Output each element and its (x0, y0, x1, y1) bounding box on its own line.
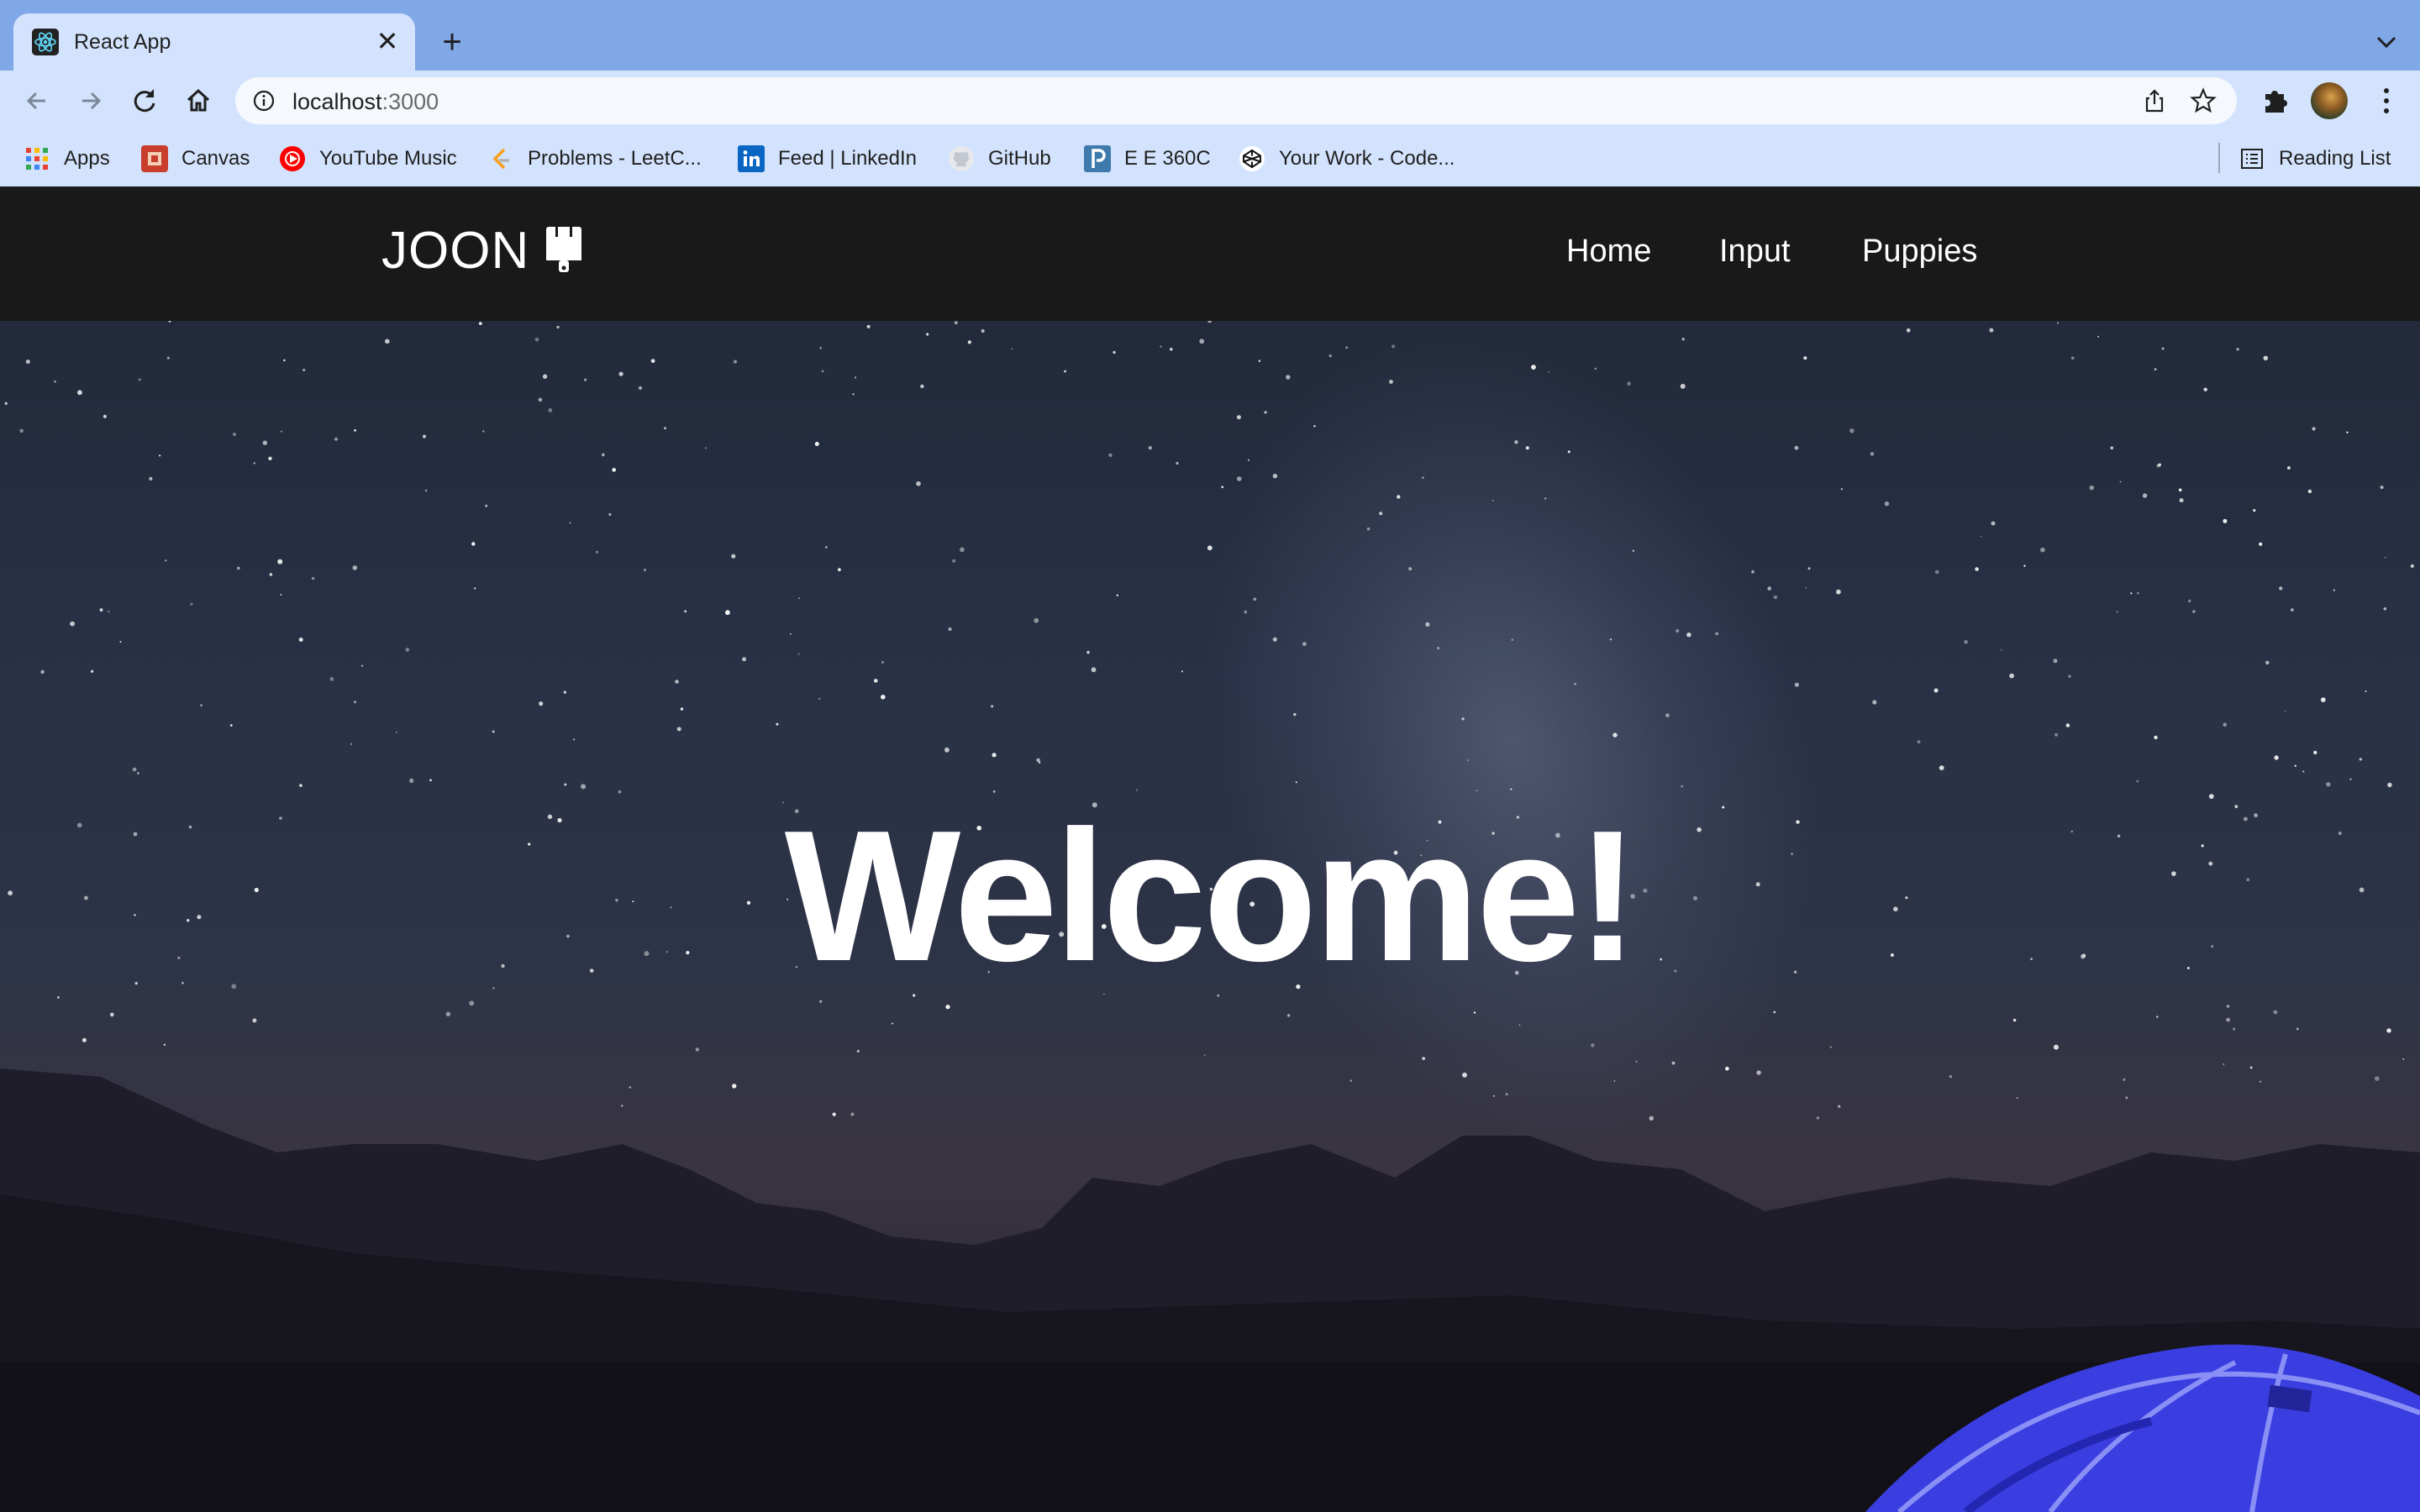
forward-arrow-icon[interactable] (72, 82, 109, 119)
site-logo[interactable]: JOON (381, 220, 585, 281)
codepen-icon (1239, 146, 1265, 171)
share-icon[interactable] (2141, 87, 2168, 114)
bookmark-linkedin[interactable]: Feed | LinkedIn (738, 144, 917, 173)
bookmark-label: Apps (64, 147, 110, 170)
youtube-music-icon (280, 146, 305, 171)
reload-icon[interactable] (126, 82, 163, 119)
leetcode-icon (492, 148, 509, 170)
apps-grid-icon (26, 148, 48, 170)
bookmark-leetcode[interactable]: Problems - LeetC... (487, 144, 702, 173)
back-arrow-icon[interactable] (18, 82, 55, 119)
paint-brush-icon (546, 227, 582, 272)
bookmark-label: Feed | LinkedIn (778, 147, 918, 170)
piazza-icon (1084, 145, 1111, 172)
nav-home[interactable]: Home (1566, 232, 1651, 270)
info-icon[interactable] (252, 89, 276, 113)
tab-title: React App (74, 30, 171, 54)
home-icon[interactable] (180, 82, 217, 119)
nav-input[interactable]: Input (1719, 232, 1791, 270)
bookmark-github[interactable]: GitHub (948, 144, 1051, 173)
bookmark-label: Canvas (182, 147, 250, 170)
bookmark-label: E E 360C (1124, 147, 1211, 170)
bookmark-canvas[interactable]: Canvas (141, 144, 250, 173)
bookmark-ee360c[interactable]: E E 360C (1084, 144, 1211, 173)
chevron-down-icon[interactable] (2370, 25, 2403, 59)
bookmark-label: Your Work - Code... (1279, 147, 1455, 170)
hero-title: Welcome! (784, 792, 1639, 1000)
bookmark-youtube-music[interactable]: YouTube Music (279, 144, 457, 173)
url-port: :3000 (381, 89, 439, 114)
logo-text: JOON (381, 221, 530, 280)
reading-list-button[interactable]: Reading List (2238, 144, 2391, 173)
bookmark-label: GitHub (988, 147, 1051, 170)
reading-list-icon (2241, 149, 2263, 169)
github-icon (949, 146, 974, 171)
url-text[interactable]: localhost:3000 (292, 89, 439, 114)
extensions-puzzle-icon[interactable] (2259, 82, 2292, 116)
canvas-icon (141, 145, 168, 172)
more-vertical-icon[interactable] (2370, 82, 2403, 119)
reading-list-label: Reading List (2279, 147, 2391, 170)
site-navbar: JOON Home Input Puppies (0, 186, 2420, 321)
bookmark-label: Problems - LeetC... (528, 147, 702, 170)
linkedin-icon (738, 145, 765, 172)
tent-illustration (1865, 1344, 2420, 1512)
browser-tab-strip: React App ✕ + (0, 0, 2420, 71)
close-icon[interactable]: ✕ (373, 27, 402, 55)
avatar[interactable] (2311, 82, 2348, 119)
bookmark-apps[interactable]: Apps (24, 144, 110, 173)
bookmark-label: YouTube Music (319, 147, 457, 170)
browser-tab[interactable]: React App ✕ (13, 13, 415, 71)
bookmark-star-icon[interactable] (2190, 87, 2217, 114)
bookmark-codepen[interactable]: Your Work - Code... (1239, 144, 1455, 173)
hero-banner: Welcome! (0, 321, 2420, 1512)
react-icon (32, 29, 59, 55)
browser-toolbar: localhost:3000 (0, 71, 2420, 131)
url-host: localhost (292, 89, 382, 114)
nav-puppies[interactable]: Puppies (1862, 232, 1977, 270)
bookmarks-divider (2218, 143, 2220, 173)
bookmarks-bar: Apps Canvas YouTube Music Problems - Lee… (0, 131, 2420, 187)
address-bar[interactable]: localhost:3000 (235, 77, 2237, 124)
new-tab-button[interactable]: + (435, 25, 469, 59)
